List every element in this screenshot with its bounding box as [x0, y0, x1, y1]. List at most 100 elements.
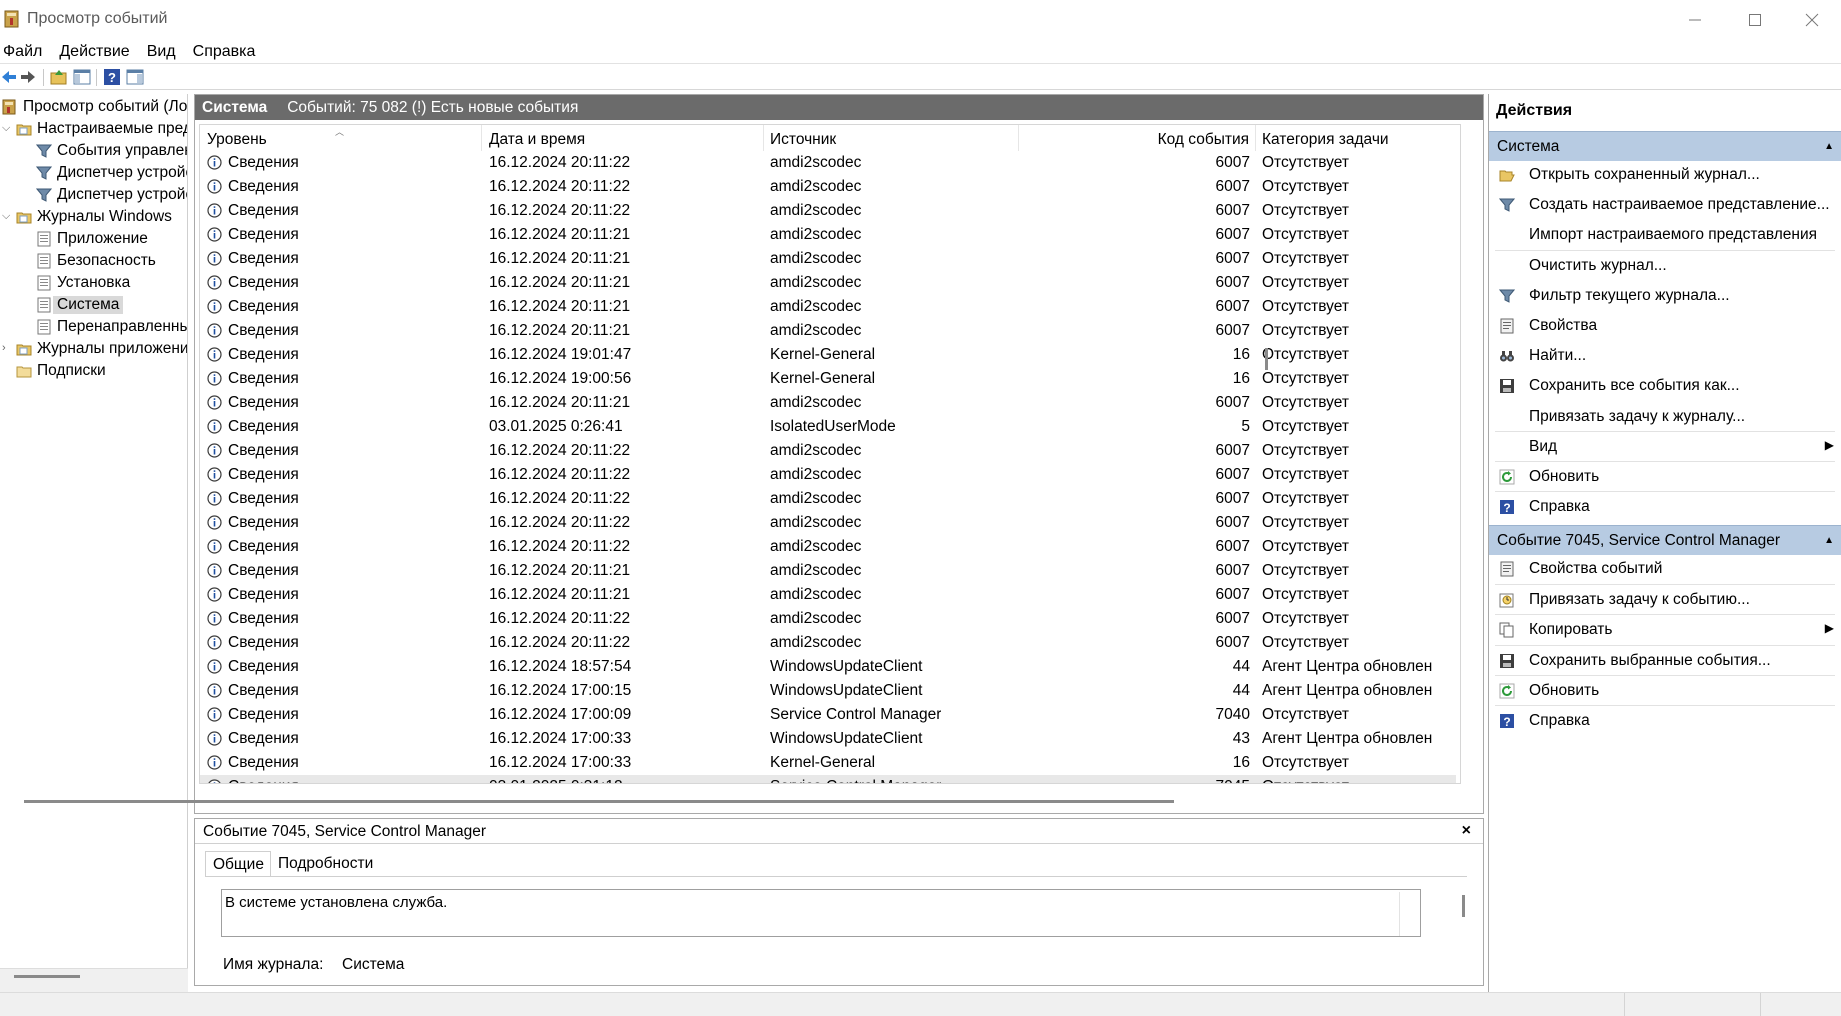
cell-source: WindowsUpdateClient	[770, 682, 923, 699]
show-hide-action-pane-icon[interactable]	[126, 68, 144, 86]
tree-collapse-icon[interactable]: ⌵	[2, 122, 12, 135]
menu-help[interactable]: Справка	[190, 40, 264, 63]
action-item[interactable]: ? Справка	[1489, 494, 1841, 520]
table-row[interactable]: Сведения 16.12.2024 20:11:22 amdi2scodec 60…	[200, 487, 1456, 511]
forward-arrow-icon[interactable]	[19, 68, 37, 86]
close-button[interactable]	[1782, 0, 1841, 40]
tree-node[interactable]: Система	[36, 294, 124, 316]
table-row[interactable]: Сведения 16.12.2024 20:11:21 amdi2scodec 60…	[200, 559, 1456, 583]
action-item[interactable]: Сохранить все события как...	[1489, 373, 1841, 399]
collapse-arrow-icon[interactable]: ▲	[1824, 535, 1834, 546]
menu-action[interactable]: Действие	[56, 40, 137, 63]
table-row[interactable]: Сведения 16.12.2024 20:11:22 amdi2scodec 60…	[200, 463, 1456, 487]
table-row[interactable]: Сведения 16.12.2024 20:11:22 amdi2scodec 60…	[200, 535, 1456, 559]
help-icon[interactable]: ?	[103, 68, 121, 86]
grid-vertical-scrollbar[interactable]	[1265, 348, 1268, 370]
table-row[interactable]: Сведения 16.12.2024 20:11:21 amdi2scodec 60…	[200, 295, 1456, 319]
minimize-button[interactable]	[1665, 0, 1725, 40]
tree-node[interactable]: Журналы Windows	[16, 206, 172, 228]
cell-task-category: Отсутствует	[1262, 322, 1349, 339]
action-item[interactable]: Вид ▶	[1489, 434, 1841, 460]
tree-horizontal-scrollbar[interactable]	[14, 975, 80, 978]
column-header-level[interactable]: Уровень ︿	[200, 125, 482, 151]
table-row[interactable]: Сведения 16.12.2024 20:11:21 amdi2scodec 60…	[200, 391, 1456, 415]
table-row[interactable]: Сведения 16.12.2024 17:00:15 WindowsUpdate…	[200, 679, 1456, 703]
maximize-button[interactable]	[1725, 0, 1785, 40]
tree-node[interactable]: Установка	[36, 272, 130, 294]
action-item[interactable]: Обновить	[1489, 678, 1841, 704]
up-folder-icon[interactable]	[50, 68, 68, 86]
cell-date: 16.12.2024 20:11:22	[489, 154, 631, 171]
tree-collapse-icon[interactable]: ⌵	[2, 210, 12, 223]
menu-view[interactable]: Вид	[144, 40, 184, 63]
action-item[interactable]: ? Справка	[1489, 708, 1841, 734]
column-header-task-category[interactable]: Категория задачи	[1256, 125, 1460, 151]
log-name-label: Имя журнала:	[223, 956, 324, 973]
cell-source: Kernel-General	[770, 346, 876, 363]
detail-close-button[interactable]: ×	[1462, 822, 1471, 840]
action-item[interactable]: Свойства	[1489, 313, 1841, 339]
action-item-label: Найти...	[1529, 347, 1587, 365]
action-item[interactable]: Копировать ▶	[1489, 617, 1841, 643]
table-row[interactable]: Сведения 16.12.2024 20:11:22 amdi2scodec 60…	[200, 199, 1456, 223]
show-hide-tree-icon[interactable]	[73, 68, 91, 86]
action-item[interactable]: Привязать задачу к журналу...	[1489, 404, 1841, 430]
tree-node[interactable]: Диспетчер устройс	[35, 162, 187, 184]
action-item[interactable]: Создать настраиваемое представление...	[1489, 192, 1841, 218]
action-item[interactable]: Привязать задачу к событию...	[1489, 587, 1841, 613]
table-row[interactable]: Сведения 16.12.2024 17:00:33 Kernel-Genera…	[200, 751, 1456, 775]
back-arrow-icon[interactable]	[0, 68, 18, 86]
table-row[interactable]: Сведения 16.12.2024 20:11:22 amdi2scodec 60…	[200, 631, 1456, 655]
tree-horizontal-scrollbar-track[interactable]	[0, 968, 188, 992]
table-row[interactable]: Сведения 16.12.2024 20:11:22 amdi2scodec 60…	[200, 175, 1456, 199]
actions-section-header[interactable]: Событие 7045, Service Control Manager ▲	[1489, 525, 1841, 556]
table-row[interactable]: Сведения 16.12.2024 20:11:21 amdi2scodec 60…	[200, 223, 1456, 247]
action-item[interactable]: Свойства событий	[1489, 556, 1841, 582]
action-item[interactable]: Обновить	[1489, 464, 1841, 490]
action-item[interactable]: Найти...	[1489, 343, 1841, 369]
action-item[interactable]: Сохранить выбранные события...	[1489, 648, 1841, 674]
tree-expand-icon[interactable]: ›	[2, 342, 12, 354]
action-item[interactable]: Фильтр текущего журнала...	[1489, 283, 1841, 309]
table-row[interactable]: Сведения 16.12.2024 17:00:33 WindowsUpdate…	[200, 727, 1456, 751]
table-row[interactable]: Сведения 16.12.2024 20:11:21 amdi2scodec 60…	[200, 319, 1456, 343]
actions-section-header[interactable]: Система ▲	[1489, 131, 1841, 161]
action-item[interactable]: Очистить журнал...	[1489, 253, 1841, 279]
toolbar-separator	[43, 69, 44, 86]
table-row[interactable]: Сведения 16.12.2024 19:00:56 Kernel-Genera…	[200, 367, 1456, 391]
table-row[interactable]: Сведения 16.12.2024 20:11:22 amdi2scodec 60…	[200, 511, 1456, 535]
table-row[interactable]: Сведения 03.01.2025 0:31:12 Service Contro…	[200, 775, 1456, 783]
event-message-box[interactable]: В системе установлена служба.	[221, 889, 1421, 937]
grid-horizontal-scrollbar[interactable]	[24, 800, 1174, 803]
table-row[interactable]: Сведения 16.12.2024 20:11:21 amdi2scodec 60…	[200, 247, 1456, 271]
table-row[interactable]: Сведения 03.01.2025 0:26:41 IsolatedUserMo…	[200, 415, 1456, 439]
table-row[interactable]: Сведения 16.12.2024 20:11:22 amdi2scodec 60…	[200, 439, 1456, 463]
action-item[interactable]: Импорт настраиваемого представления	[1489, 222, 1841, 248]
column-header-date[interactable]: Дата и время	[482, 125, 764, 151]
tree-node[interactable]: Подписки	[16, 360, 106, 382]
tree-node[interactable]: Настраиваемые пред	[16, 118, 187, 140]
cell-event-id: 6007	[1215, 178, 1250, 195]
tree-node[interactable]: Приложение	[36, 228, 148, 250]
table-row[interactable]: Сведения 16.12.2024 20:11:21 amdi2scodec 60…	[200, 583, 1456, 607]
tab-general[interactable]: Общие	[205, 851, 271, 877]
column-header-source[interactable]: Источник	[764, 125, 1019, 151]
table-row[interactable]: Сведения 16.12.2024 17:00:09 Service Contr…	[200, 703, 1456, 727]
menu-file[interactable]: Файл	[0, 40, 50, 63]
tree-node[interactable]: События управлен	[35, 140, 187, 162]
table-row[interactable]: Сведения 16.12.2024 18:57:54 WindowsUpdate…	[200, 655, 1456, 679]
tab-details[interactable]: Подробности	[271, 851, 379, 877]
table-row[interactable]: Сведения 16.12.2024 20:11:22 amdi2scodec 60…	[200, 607, 1456, 631]
tree-node[interactable]: Просмотр событий (Лок	[2, 96, 187, 118]
table-row[interactable]: Сведения 16.12.2024 20:11:21 amdi2scodec 60…	[200, 271, 1456, 295]
detail-vertical-scrollbar[interactable]	[1462, 895, 1465, 917]
tree-node[interactable]: Диспетчер устройс	[35, 184, 187, 206]
table-row[interactable]: Сведения 16.12.2024 20:11:22 amdi2scodec 60…	[200, 151, 1456, 175]
column-header-event-id[interactable]: Код события	[1019, 125, 1256, 151]
tree-node[interactable]: Журналы приложени	[16, 338, 187, 360]
collapse-arrow-icon[interactable]: ▲	[1824, 141, 1834, 152]
action-item[interactable]: Открыть сохраненный журнал...	[1489, 162, 1841, 188]
tree-node[interactable]: Безопасность	[36, 250, 156, 272]
tree-node[interactable]: Перенаправленны	[36, 316, 187, 338]
folder-icon	[16, 121, 32, 137]
